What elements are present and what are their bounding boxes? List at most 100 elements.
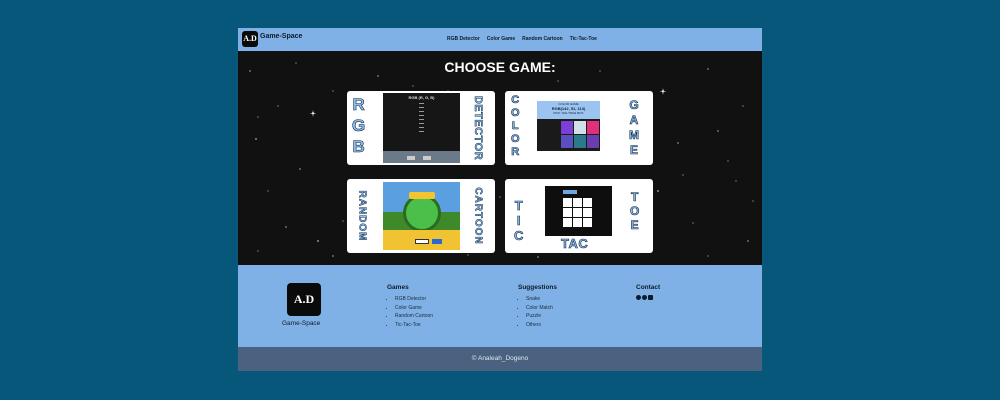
ttt-cell — [583, 198, 592, 207]
rotated-word: RANDOM — [356, 190, 368, 242]
letter: L — [511, 120, 519, 132]
letter: B — [352, 137, 365, 156]
random-cartoon-screenshot — [383, 182, 460, 250]
color-swatch — [587, 135, 599, 148]
footer-suggestion-others[interactable]: Others — [526, 321, 557, 330]
color-swatch — [561, 135, 573, 148]
card-right-word: T O E — [630, 190, 640, 232]
color-screen-header: COLOR GAME RGB(142, 51, 113) PICK THE TR… — [537, 101, 600, 119]
color-screen-hint: PICK THE TRUE BOX — [553, 111, 584, 115]
letter: M — [629, 128, 640, 142]
letter: T — [631, 190, 639, 204]
footer-link-rgb-detector[interactable]: RGB Detector — [395, 295, 433, 304]
cartoon-circle — [403, 194, 441, 232]
card-left-word: RANDOM — [347, 179, 377, 253]
game-card-tic-tac-toe[interactable]: T I C T O E TAC — [505, 179, 653, 253]
rgb-detector-screenshot: RGB (R, G, B) — [383, 93, 460, 163]
game-card-rgb-detector[interactable]: R G B RGB (R, G, B) DETECTOR — [347, 91, 495, 165]
footer: A.D Game-Space Games RGB Detector Color … — [238, 265, 762, 347]
footer-link-random-cartoon[interactable]: Random Cartoon — [395, 312, 433, 321]
footer-suggestions-list: Snake Color Match Puzzle Others — [518, 295, 557, 329]
letter: O — [511, 133, 520, 145]
letter: O — [511, 107, 520, 119]
footer-contact-heading: Contact — [636, 284, 661, 291]
footer-suggestion-puzzle[interactable]: Puzzle — [526, 312, 557, 321]
ttt-cell — [563, 208, 572, 217]
card-right-word: CARTOON — [461, 179, 495, 253]
letter: E — [630, 218, 639, 232]
nav-link-tic-tac-toe[interactable]: Tic-Tac-Toe — [570, 36, 597, 42]
letter: G — [352, 116, 366, 135]
game-card-random-cartoon[interactable]: RANDOM CARTOON — [347, 179, 495, 253]
color-swatch — [574, 121, 586, 134]
ttt-cell — [563, 198, 572, 207]
color-game-screenshot: COLOR GAME RGB(142, 51, 113) PICK THE TR… — [537, 101, 600, 151]
card-left-word: R G B — [352, 95, 366, 156]
footer-logo[interactable]: A.D — [287, 283, 321, 316]
tic-tac-toe-screenshot — [545, 186, 612, 236]
letter: A — [629, 113, 639, 127]
rgb-screen-menu — [419, 103, 424, 145]
ttt-cell — [573, 198, 582, 207]
copyright-text: © Analeah_Dogeno — [471, 355, 529, 362]
rotated-word: DETECTOR — [472, 95, 485, 161]
color-swatch — [574, 135, 586, 148]
footer-suggestions-heading: Suggestions — [518, 284, 558, 291]
nav-link-rgb-detector[interactable]: RGB Detector — [447, 36, 480, 42]
ttt-board — [563, 198, 592, 227]
footer-link-tic-tac-toe[interactable]: Tic-Tac-Toe — [395, 321, 433, 330]
cartoon-button — [415, 239, 429, 244]
nav-link-color-game[interactable]: Color Game — [487, 36, 515, 42]
footer-games-column: Games RGB Detector Color Game Random Car… — [387, 284, 433, 329]
ttt-screen-label — [563, 190, 577, 194]
footer-suggestion-snake[interactable]: Snake — [526, 295, 557, 304]
rgb-screen-ground — [383, 151, 460, 163]
card-right-word: G A M E — [629, 99, 640, 157]
letter: I — [516, 213, 521, 228]
card-left-word: T I C — [514, 198, 524, 243]
linkedin-icon[interactable] — [648, 295, 653, 300]
nav-links: RGB Detector Color Game Random Cartoon T… — [447, 36, 597, 42]
starfield-background — [249, 62, 754, 258]
letter: O — [630, 204, 640, 218]
facebook-icon[interactable] — [636, 295, 641, 300]
card-right-word: DETECTOR — [461, 91, 495, 165]
logo[interactable]: A.D — [242, 31, 258, 47]
page-title: CHOOSE GAME: — [444, 59, 556, 75]
nav-link-random-cartoon[interactable]: Random Cartoon — [522, 36, 563, 42]
copyright-bar: © Analeah_Dogeno — [238, 347, 762, 371]
navbar: A.D Game-Space RGB Detector Color Game R… — [238, 28, 762, 51]
letter: R — [352, 95, 365, 114]
footer-link-color-game[interactable]: Color Game — [395, 304, 433, 313]
rgb-screen-title: RGB (R, G, B) — [408, 95, 435, 100]
ttt-cell — [573, 208, 582, 217]
website-frame: A.D Game-Space RGB Detector Color Game R… — [238, 28, 762, 371]
footer-games-list: RGB Detector Color Game Random Cartoon T… — [387, 295, 433, 329]
ttt-cell — [583, 208, 592, 217]
footer-contact-column: Contact — [636, 284, 660, 300]
rotated-word: CARTOON — [472, 187, 484, 245]
cartoon-button — [432, 239, 442, 244]
game-card-color-game[interactable]: C O L O R COLOR GAME RGB(142, 51, 113) P… — [505, 91, 653, 165]
footer-suggestions-column: Suggestions Snake Color Match Puzzle Oth… — [518, 284, 557, 329]
card-bottom-word: TAC — [561, 236, 589, 252]
letter: T — [514, 198, 523, 213]
color-swatch — [587, 121, 599, 134]
brand-name[interactable]: Game-Space — [260, 33, 302, 40]
game-selection-section: CHOOSE GAME: R G B RGB (R, G, B) DETECTO… — [238, 51, 762, 265]
ttt-cell — [573, 218, 582, 227]
footer-games-heading: Games — [387, 284, 409, 291]
letter: R — [511, 146, 520, 158]
color-grid — [561, 121, 599, 148]
letter: E — [629, 143, 639, 157]
letter: C — [511, 94, 520, 106]
social-icons — [636, 295, 660, 300]
rgb-screen-button — [423, 156, 431, 160]
cartoon-title-banner — [409, 192, 435, 199]
rgb-screen-button — [407, 156, 415, 160]
footer-suggestion-color-match[interactable]: Color Match — [526, 304, 557, 313]
messenger-icon[interactable] — [642, 295, 647, 300]
card-left-word: C O L O R — [511, 94, 520, 158]
ttt-cell — [563, 218, 572, 227]
ttt-cell — [583, 218, 592, 227]
